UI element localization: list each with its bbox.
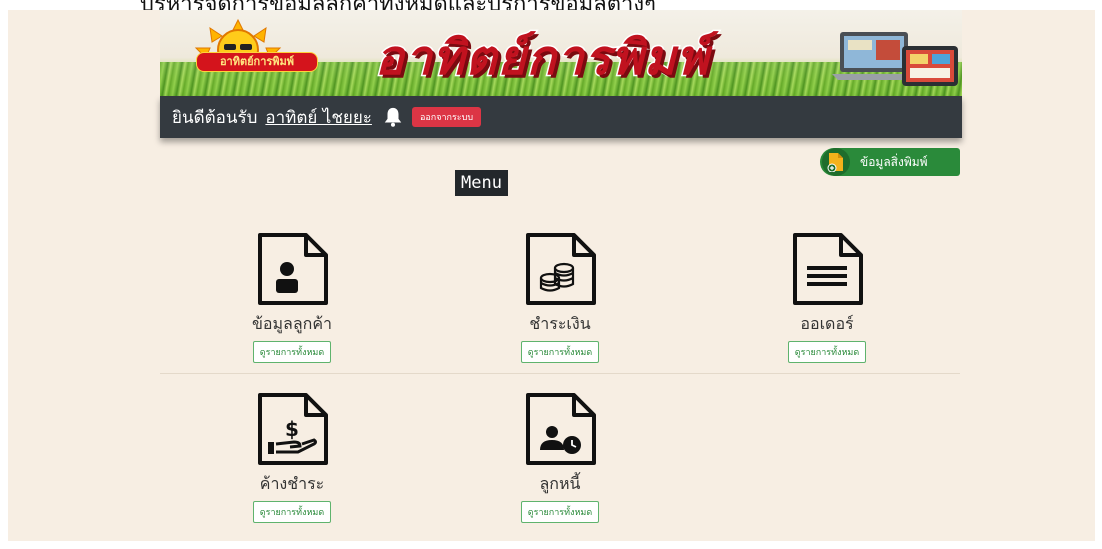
view-all-button[interactable]: ดูรายการทั้งหมด — [252, 501, 332, 523]
welcome-text: ยินดีต้อนรับ — [172, 107, 258, 128]
user-profile-link[interactable]: อาทิตย์ ไชยยะ — [265, 104, 372, 131]
menu-card-outstanding: $ ค้างชำระ ดูรายการทั้งหมด — [222, 392, 362, 523]
print-info-label: ข้อมูลสิ่งพิมพ์ — [860, 154, 928, 169]
card-label: ข้อมูลลูกค้า — [251, 314, 333, 333]
customer-doc-icon[interactable] — [254, 232, 330, 306]
view-all-button[interactable]: ดูรายการทั้งหมด — [787, 341, 867, 363]
menu-card-payment: ชำระเงิน ดูรายการทั้งหมด — [490, 232, 630, 363]
view-all-button[interactable]: ดูรายการทั้งหมด — [252, 341, 332, 363]
row-divider — [160, 373, 960, 374]
menu-title: Menu — [455, 170, 508, 196]
banner-title: อาทิตย์การพิมพ์ — [373, 29, 710, 88]
logo-text: อาทิตย์การพิมพ์ — [196, 52, 318, 72]
print-info-button[interactable]: ข้อมูลสิ่งพิมพ์ — [820, 148, 960, 176]
card-label: ค้างชำระ — [259, 474, 325, 493]
sun-logo-icon — [194, 18, 282, 71]
top-navbar: ยินดีต้อนรับ อาทิตย์ ไชยยะ ออกจากระบบ — [160, 96, 962, 138]
logout-button[interactable]: ออกจากระบบ — [411, 107, 482, 127]
tablet-image — [902, 46, 958, 86]
header-banner: อาทิตย์การพิมพ์ อาทิตย์การพิมพ์ — [160, 10, 962, 96]
file-add-icon — [822, 148, 850, 176]
user-clock-doc-icon[interactable] — [522, 392, 598, 466]
card-label: ชำระเงิน — [529, 314, 591, 333]
menu-card-debtors: ลูกหนี้ ดูรายการทั้งหมด — [490, 392, 630, 523]
view-all-button[interactable]: ดูรายการทั้งหมด — [520, 501, 600, 523]
dollar-hand-doc-icon[interactable]: $ — [254, 392, 330, 466]
menu-card-customers: ข้อมูลลูกค้า ดูรายการทั้งหมด — [222, 232, 362, 363]
bell-icon[interactable] — [382, 106, 404, 128]
view-all-button[interactable]: ดูรายการทั้งหมด — [520, 341, 600, 363]
lines-doc-icon[interactable] — [789, 232, 865, 306]
svg-text:$: $ — [285, 417, 299, 441]
coins-doc-icon[interactable] — [522, 232, 598, 306]
card-label: ลูกหนี้ — [539, 474, 581, 493]
card-label: ออเดอร์ — [800, 314, 854, 333]
menu-card-orders: ออเดอร์ ดูรายการทั้งหมด — [757, 232, 897, 363]
